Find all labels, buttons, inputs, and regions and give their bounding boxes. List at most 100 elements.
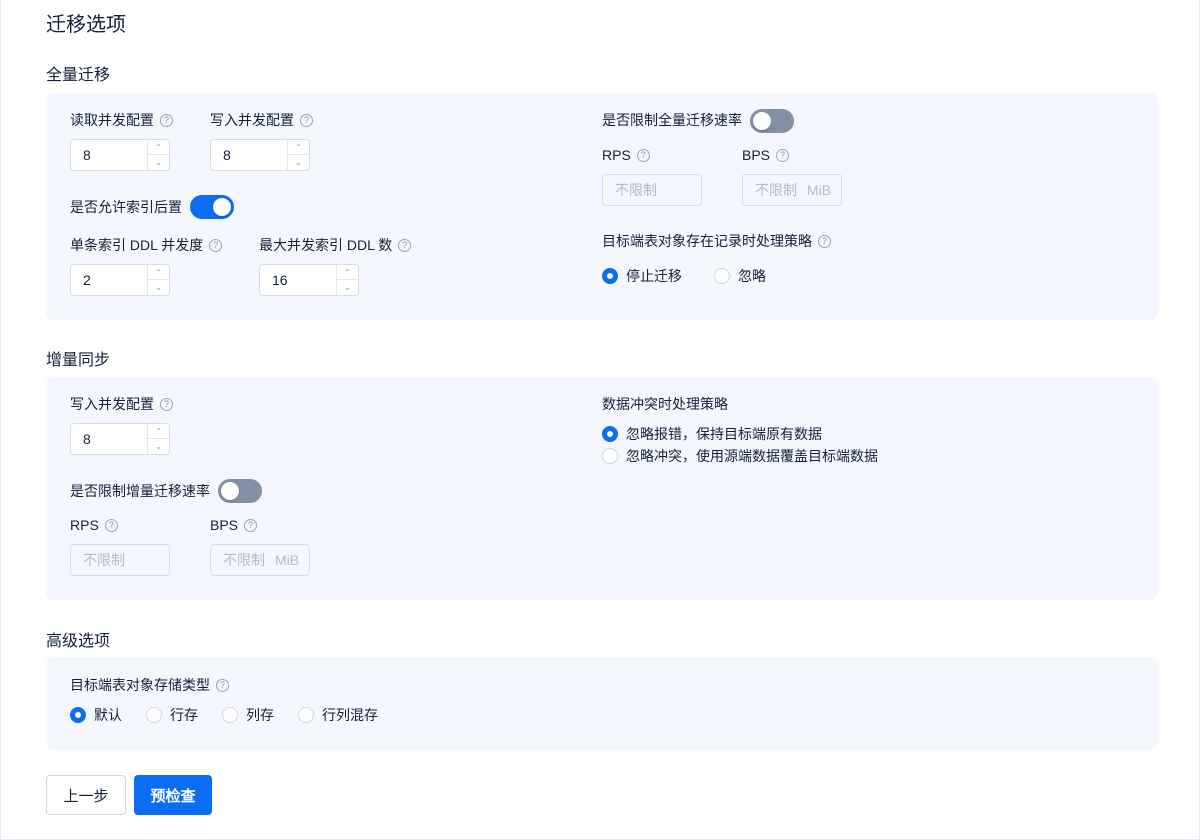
write-concurrency-label: 写入并发配置 ?: [210, 110, 313, 130]
index-postpone-switch[interactable]: [190, 195, 234, 219]
chevron-up-icon[interactable]: ⌃: [148, 424, 169, 439]
full-bps-placeholder: 不限制: [755, 182, 797, 198]
radio-indicator: [70, 707, 86, 723]
single-index-ddl-label-text: 单条索引 DDL 并发度: [70, 237, 204, 253]
single-index-ddl-label: 单条索引 DDL 并发度 ?: [70, 235, 223, 255]
chevron-up-icon[interactable]: ⌃: [337, 265, 358, 280]
full-bps-label-text: BPS: [742, 147, 771, 163]
chevron-down-icon[interactable]: ⌄: [288, 155, 309, 170]
read-concurrency-label-text: 读取并发配置: [70, 112, 154, 128]
prev-step-button[interactable]: 上一步: [46, 775, 126, 815]
radio-storage-row[interactable]: 行存: [146, 705, 198, 725]
radio-storage-hybrid[interactable]: 行列混存: [298, 705, 378, 725]
full-rps-input[interactable]: 不限制: [602, 174, 702, 206]
inc-bps-placeholder: 不限制: [223, 552, 265, 568]
question-circle-icon[interactable]: ?: [818, 234, 831, 248]
full-limit-rate-switch[interactable]: [750, 109, 794, 133]
chevron-down-icon[interactable]: ⌄: [148, 280, 169, 295]
chevron-down-icon[interactable]: ⌄: [337, 280, 358, 295]
max-index-ddl-input[interactable]: 16 ⌃ ⌄: [259, 264, 359, 296]
storage-type-label: 目标端表对象存储类型 ?: [70, 675, 229, 695]
index-postpone-label: 是否允许索引后置: [70, 199, 182, 215]
radio-indicator: [602, 448, 618, 464]
full-rps-label: RPS ?: [602, 145, 650, 165]
inc-rps-input[interactable]: 不限制: [70, 544, 170, 576]
radio-indicator: [602, 426, 618, 442]
inc-bps-label: BPS ?: [210, 515, 258, 535]
question-circle-icon[interactable]: ?: [776, 148, 790, 162]
radio-label: 列存: [246, 707, 274, 723]
radio-label: 行存: [170, 707, 198, 723]
inc-write-concurrency-value: 8: [83, 431, 91, 447]
inc-bps-unit: MiB: [275, 552, 300, 568]
question-circle-icon[interactable]: ?: [209, 238, 223, 252]
section-title-incremental-sync: 增量同步: [46, 352, 111, 369]
radio-indicator: [222, 707, 238, 723]
section-title-full-migration: 全量迁移: [46, 67, 111, 84]
radio-storage-column[interactable]: 列存: [222, 705, 274, 725]
question-circle-icon[interactable]: ?: [216, 678, 229, 692]
question-circle-icon[interactable]: ?: [104, 518, 118, 532]
radio-label: 忽略冲突，使用源端数据覆盖目标端数据: [626, 448, 878, 464]
read-concurrency-value: 8: [83, 147, 91, 163]
advanced-panel: [46, 657, 1158, 750]
question-circle-icon[interactable]: ?: [398, 238, 412, 252]
single-index-ddl-input[interactable]: 2 ⌃ ⌄: [70, 264, 170, 296]
single-index-ddl-value: 2: [83, 272, 91, 288]
full-rps-label-text: RPS: [602, 147, 631, 163]
radio-indicator: [146, 707, 162, 723]
radio-label: 停止迁移: [626, 268, 682, 284]
chevron-down-icon[interactable]: ⌄: [148, 155, 169, 170]
radio-label: 忽略: [738, 268, 766, 284]
radio-label: 忽略报错，保持目标端原有数据: [626, 426, 822, 442]
max-index-ddl-label: 最大并发索引 DDL 数 ?: [259, 235, 412, 255]
question-circle-icon[interactable]: ?: [636, 148, 650, 162]
chevron-up-icon[interactable]: ⌃: [148, 140, 169, 155]
inc-rps-placeholder: 不限制: [83, 552, 125, 568]
radio-indicator: [602, 268, 618, 284]
write-concurrency-value: 8: [223, 147, 231, 163]
radio-ignore-conflict[interactable]: 忽略冲突，使用源端数据覆盖目标端数据: [602, 446, 878, 466]
switch-knob: [221, 482, 239, 500]
chevron-up-icon[interactable]: ⌃: [148, 265, 169, 280]
inc-bps-label-text: BPS: [210, 517, 239, 533]
inc-write-concurrency-label: 写入并发配置 ?: [70, 394, 173, 414]
storage-type-label-text: 目标端表对象存储类型: [70, 677, 210, 693]
full-rps-placeholder: 不限制: [615, 182, 657, 198]
question-circle-icon[interactable]: ?: [160, 113, 173, 127]
read-concurrency-input[interactable]: 8 ⌃ ⌄: [70, 139, 170, 171]
inc-write-concurrency-input[interactable]: 8 ⌃ ⌄: [70, 423, 170, 455]
chevron-up-icon[interactable]: ⌃: [288, 140, 309, 155]
radio-ignore[interactable]: 忽略: [714, 266, 766, 286]
radio-storage-default[interactable]: 默认: [70, 705, 122, 725]
precheck-button[interactable]: 预检查: [134, 775, 212, 815]
inc-limit-rate-switch[interactable]: [218, 479, 262, 503]
read-concurrency-label: 读取并发配置 ?: [70, 110, 173, 130]
chevron-down-icon[interactable]: ⌄: [148, 439, 169, 454]
max-index-ddl-value: 16: [272, 272, 288, 288]
inc-rps-label: RPS ?: [70, 515, 118, 535]
max-index-ddl-label-text: 最大并发索引 DDL 数: [259, 237, 393, 253]
full-bps-input[interactable]: 不限制 MiB: [742, 174, 842, 206]
question-circle-icon[interactable]: ?: [160, 397, 173, 411]
full-limit-rate-label: 是否限制全量迁移速率: [602, 112, 742, 128]
inc-bps-input[interactable]: 不限制 MiB: [210, 544, 310, 576]
target-exists-policy-label: 目标端表对象存在记录时处理策略 ?: [602, 231, 831, 251]
inc-limit-rate-label: 是否限制增量迁移速率: [70, 483, 210, 499]
section-title-advanced: 高级选项: [46, 633, 111, 650]
write-concurrency-label-text: 写入并发配置: [210, 112, 294, 128]
inc-rps-label-text: RPS: [70, 517, 99, 533]
page-title: 迁移选项: [46, 14, 126, 36]
radio-indicator: [298, 707, 314, 723]
switch-knob: [213, 198, 231, 216]
full-bps-label: BPS ?: [742, 145, 790, 165]
radio-label: 行列混存: [322, 707, 378, 723]
write-concurrency-input[interactable]: 8 ⌃ ⌄: [210, 139, 310, 171]
inc-write-concurrency-label-text: 写入并发配置: [70, 396, 154, 412]
full-bps-unit: MiB: [807, 182, 832, 198]
radio-ignore-error[interactable]: 忽略报错，保持目标端原有数据: [602, 424, 822, 444]
question-circle-icon[interactable]: ?: [244, 518, 258, 532]
radio-stop-migration[interactable]: 停止迁移: [602, 266, 682, 286]
question-circle-icon[interactable]: ?: [300, 113, 313, 127]
radio-label: 默认: [94, 707, 122, 723]
